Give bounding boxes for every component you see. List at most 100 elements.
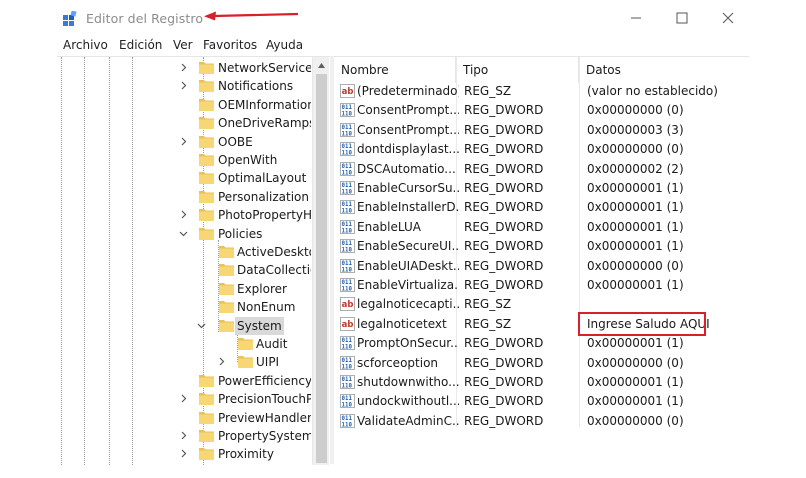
- list-item[interactable]: 011 110 EnableCursorSu... REG_DWORD 0x000000…: [334, 179, 749, 198]
- menu-ver[interactable]: Ver: [173, 38, 193, 52]
- menu-edicion[interactable]: Edición: [119, 38, 162, 52]
- value-name: DSCAutomatio...: [357, 161, 456, 176]
- scrollbar-thumb[interactable]: [316, 74, 327, 463]
- value-name: PromptOnSecur...: [357, 336, 459, 351]
- svg-text:110: 110: [342, 384, 353, 390]
- tree-node[interactable]: Proximity: [57, 445, 312, 463]
- svg-text:ab: ab: [342, 301, 354, 311]
- value-type: REG_DWORD: [464, 258, 544, 273]
- svg-text:011: 011: [342, 338, 353, 344]
- value-data: 0x00000000 (0): [587, 142, 684, 157]
- chevron-down-icon[interactable]: [197, 321, 206, 330]
- tree-node[interactable]: OEMInformation: [57, 96, 312, 114]
- list-item[interactable]: 011 110 dontdisplaylast... REG_DWORD 0x00000…: [334, 140, 749, 159]
- list-item[interactable]: 011 110 EnableLUA REG_DWORD 0x00000001 (1): [334, 218, 749, 237]
- list-item[interactable]: ab (Predeterminado) REG_SZ (valor no establ…: [334, 82, 749, 101]
- tree-node-label: OptimalLayout: [218, 171, 307, 186]
- chevron-right-icon[interactable]: [179, 394, 188, 403]
- tree-node[interactable]: DataCollection: [57, 261, 312, 279]
- tree-node[interactable]: PhotoPropertyHa: [57, 206, 312, 224]
- tree-node[interactable]: OptimalLayout: [57, 169, 312, 187]
- list-item[interactable]: 011 110 shutdownwitho... REG_DWORD 0x0000000…: [334, 373, 749, 392]
- binary-value-icon: 011110: [340, 375, 355, 389]
- column-header-datos[interactable]: Datos: [579, 57, 749, 83]
- arrow-annotation-icon: [204, 11, 299, 21]
- list-item[interactable]: 011 110 PromptOnSecur... REG_DWORD 0x0000000…: [334, 334, 749, 353]
- folder-icon: [199, 374, 214, 387]
- chevron-down-icon[interactable]: [179, 229, 188, 238]
- menu-archivo[interactable]: Archivo: [63, 38, 108, 52]
- svg-text:011: 011: [342, 222, 353, 228]
- svg-text:011: 011: [342, 280, 353, 286]
- tree-node[interactable]: ActiveDesktop: [57, 243, 312, 261]
- value-data: 0x00000001 (1): [587, 336, 684, 351]
- column-header-tipo[interactable]: Tipo: [456, 57, 579, 83]
- minimize-button[interactable]: [626, 9, 646, 27]
- binary-value-icon: 011110: [340, 413, 355, 428]
- scroll-up-arrow-icon[interactable]: [317, 61, 326, 70]
- svg-text:011: 011: [342, 397, 353, 403]
- menu-ayuda[interactable]: Ayuda: [266, 38, 303, 52]
- value-name: EnableLUA: [357, 219, 421, 234]
- svg-text:011: 011: [342, 416, 353, 422]
- svg-text:ab: ab: [342, 87, 354, 97]
- tree-node[interactable]: Notifications: [57, 77, 312, 95]
- list-item[interactable]: 011 110 ConsentPrompt... REG_DWORD 0x0000000…: [334, 101, 749, 120]
- list-item[interactable]: 011 110 EnableVirtualiza... REG_DWORD 0x0000…: [334, 276, 749, 295]
- tree-node-label: OOBE: [218, 134, 253, 149]
- tree-node[interactable]: Explorer: [57, 280, 312, 298]
- folder-icon: [199, 393, 214, 406]
- maximize-button[interactable]: [672, 9, 692, 27]
- tree-node[interactable]: PropertySystem: [57, 427, 312, 445]
- value-type: REG_DWORD: [464, 103, 544, 118]
- list-item[interactable]: 011 110 ConsentPrompt... REG_DWORD 0x0000000…: [334, 121, 749, 140]
- list-item[interactable]: 011 110 EnableSecureUI... REG_DWORD 0x000000…: [334, 237, 749, 256]
- tree-node-label: System: [235, 316, 284, 335]
- folder-icon: [238, 356, 253, 369]
- tree-node[interactable]: NetworkServiceTri: [57, 59, 312, 77]
- tree-node-label: PreviewHandlers: [218, 410, 311, 425]
- tree-node[interactable]: OpenWith: [57, 151, 312, 169]
- value-type: REG_DWORD: [464, 336, 544, 351]
- list-item[interactable]: 011 110 ValidateAdminC... REG_DWORD 0x000000…: [334, 412, 749, 431]
- chevron-right-icon[interactable]: [179, 431, 188, 440]
- chevron-right-icon[interactable]: [217, 357, 226, 366]
- tree-node[interactable]: PrecisionTouchPa: [57, 390, 312, 408]
- chevron-right-icon[interactable]: [179, 81, 188, 90]
- chevron-right-icon[interactable]: [179, 63, 188, 72]
- tree-node[interactable]: PowerEfficiencyD: [57, 372, 312, 390]
- menu-favoritos[interactable]: Favoritos: [203, 38, 257, 52]
- value-type: REG_DWORD: [464, 394, 544, 409]
- tree-node[interactable]: System: [57, 316, 312, 335]
- tree-node[interactable]: Audit: [57, 335, 312, 353]
- tree-node[interactable]: Personalization: [57, 188, 312, 206]
- list-item[interactable]: 011 110 undockwithoutl... REG_DWORD 0x000000…: [334, 392, 749, 411]
- list-item[interactable]: 011 110 DSCAutomatio... REG_DWORD 0x00000002…: [334, 160, 749, 179]
- list-item[interactable]: 011 110 scforceoption REG_DWORD 0x00000000 (…: [334, 354, 749, 373]
- chevron-right-icon[interactable]: [179, 449, 188, 458]
- tree-node[interactable]: OneDriveRamps: [57, 114, 312, 132]
- folder-icon: [199, 62, 214, 74]
- registry-key-tree[interactable]: NetworkServiceTri Notifications OEMInforma…: [57, 56, 330, 465]
- column-header-nombre[interactable]: Nombre: [334, 57, 456, 83]
- tree-node[interactable]: Policies: [57, 225, 312, 243]
- value-data: 0x00000001 (1): [587, 394, 684, 409]
- value-type: REG_DWORD: [464, 413, 544, 428]
- list-item[interactable]: 011 110 EnableUIADeskt... REG_DWORD 0x000000…: [334, 257, 749, 276]
- registry-values-list[interactable]: Nombre Tipo Datos ab (Predeterminado) REG_…: [334, 56, 749, 464]
- tree-node[interactable]: OOBE: [57, 133, 312, 151]
- tree-scrollbar[interactable]: [312, 57, 329, 465]
- tree-node[interactable]: PreviewHandlers: [57, 409, 312, 427]
- value-name: ConsentPrompt...: [357, 103, 459, 118]
- svg-text:110: 110: [342, 190, 353, 196]
- close-button[interactable]: [718, 9, 738, 27]
- tree-node[interactable]: NonEnum: [57, 298, 312, 316]
- chevron-right-icon[interactable]: [179, 210, 188, 219]
- chevron-right-icon[interactable]: [179, 137, 188, 146]
- value-type: REG_DWORD: [464, 181, 544, 195]
- folder-icon: [199, 154, 214, 166]
- svg-text:011: 011: [342, 377, 353, 383]
- list-item[interactable]: 011 110 EnableInstallerD... REG_DWORD 0x0000…: [334, 198, 749, 217]
- svg-text:110: 110: [342, 151, 353, 157]
- tree-node[interactable]: UIPI: [57, 353, 312, 371]
